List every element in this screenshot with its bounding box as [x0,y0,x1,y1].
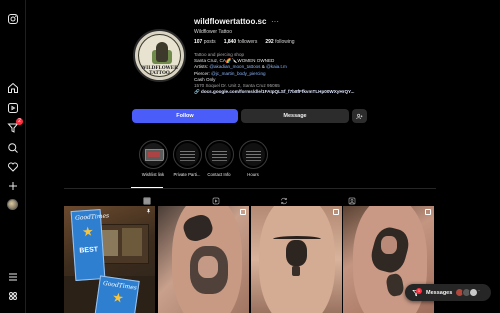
profile-avatar-nav[interactable] [7,199,18,210]
search-icon[interactable] [6,141,20,155]
also-from-meta-icon[interactable] [6,289,20,303]
followers-stat[interactable]: 1,840 followers [224,39,258,45]
highlight-label: Contact Info [207,172,231,177]
highlight-label: Wishlist link [141,172,165,177]
left-nav-rail: 2 [0,0,26,313]
message-button[interactable]: Message [241,109,349,123]
carousel-icon [333,209,339,215]
tabs-divider [64,188,436,189]
highlight-wishlist[interactable]: Wishlist link [136,140,170,177]
highlight-contact-info[interactable]: Contact Info [202,140,236,177]
artist-link-1[interactable]: @akadian_moon_tattoos [209,64,260,69]
reposts-icon [281,197,287,205]
home-icon[interactable] [6,81,20,95]
notifications-filter-icon[interactable]: 2 [6,118,23,135]
following-stat[interactable]: 292 following [265,39,294,45]
highlight-label: Private Parti... [173,172,201,177]
artist-link-2[interactable]: @kaia.t.m [266,64,287,69]
carousel-icon [425,209,431,215]
tab-posts-grid[interactable] [143,192,153,205]
profile-stats: 107 posts 1,840 followers 292 following [194,39,295,45]
tab-reposts[interactable] [280,192,290,205]
link-icon: 🔗 [194,89,200,95]
messages-label: Messages [426,289,453,296]
post-tile-magazine[interactable]: GoodTimes ★ BEST GoodTimes ★ [64,206,155,313]
profile-username: wildflowertattoo.sc [194,17,267,26]
menu-icon[interactable] [6,270,20,284]
notification-badge: 2 [16,118,23,125]
piercer-link[interactable]: @jc_martin_body_piercing [211,71,265,76]
avatar-logo: WILDFLOWER TATTOO [138,34,181,77]
magazine-cover-2: GoodTimes ★ [94,275,140,313]
bio-website-link[interactable]: 🔗 docs.google.com/forms/d/e/1FAIpQLSf_f7… [194,89,394,95]
add-person-icon [356,113,363,119]
reels-nav-icon[interactable] [6,101,20,115]
highlight-private-parties[interactable]: Private Parti... [170,140,204,177]
magazine-cover: GoodTimes ★ BEST [70,209,109,281]
posts-stat: 107 posts [194,39,216,45]
grid-icon [143,197,151,205]
message-avatar [469,288,478,297]
tagged-icon [348,197,356,205]
avatar-logo-text-2: TATTOO [149,71,170,76]
messages-button[interactable]: 1 Messages · [405,284,491,301]
post-tile-butterfly-tattoo[interactable] [158,206,249,313]
more-avatars-icon: · [478,288,480,294]
post-tile-skull-tattoo[interactable] [251,206,342,313]
active-tab-indicator [131,187,163,188]
profile-bio: Tattoo and piercing shop Santa Cruz, CA🌈… [194,52,394,95]
messages-badge: 1 [416,288,422,294]
profile-full-name: Wildflower Tattoo [194,29,232,35]
follow-button[interactable]: Follow [132,109,238,123]
tab-tagged[interactable] [348,192,358,205]
tab-reels[interactable] [212,192,222,205]
highlight-hours[interactable]: Hours [236,140,270,177]
heart-icon[interactable] [6,160,20,174]
highlight-label: Hours [247,172,259,177]
instagram-logo-icon[interactable] [6,12,20,26]
profile-avatar[interactable]: WILDFLOWER TATTOO [133,29,186,82]
suggested-accounts-button[interactable] [352,109,367,123]
create-plus-icon[interactable] [6,179,20,193]
carousel-icon [240,209,246,215]
more-options-icon[interactable]: ··· [271,17,279,26]
reels-icon [212,197,220,205]
